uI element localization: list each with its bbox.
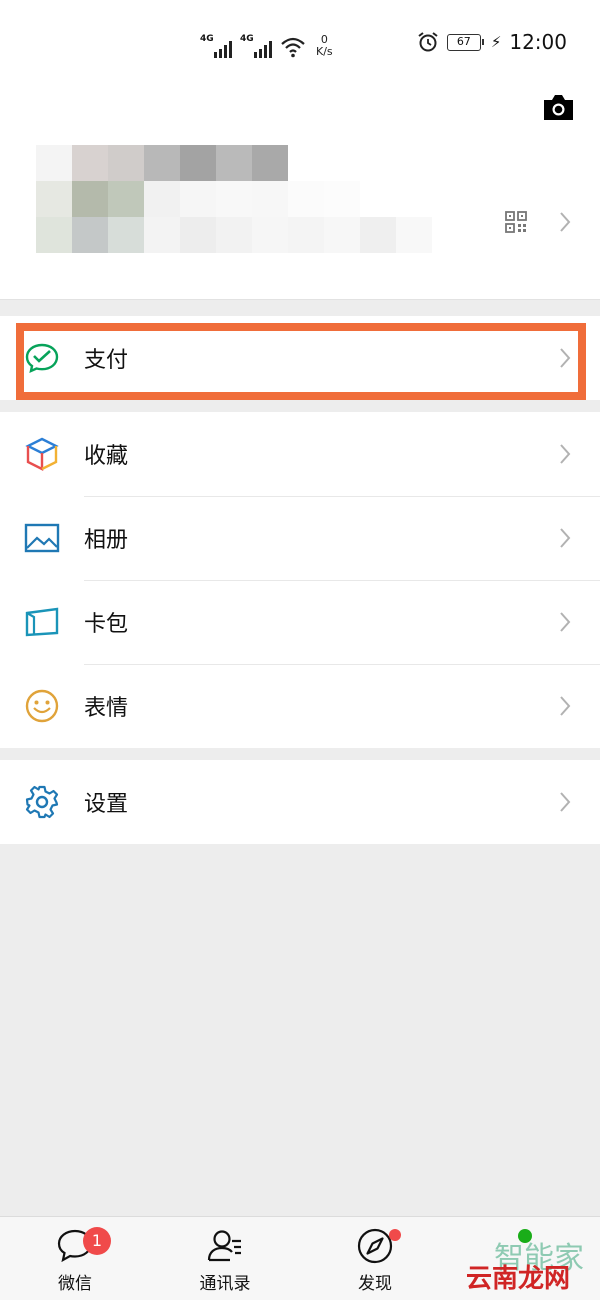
discover-red-dot — [389, 1229, 401, 1241]
mosaic-tile — [36, 145, 72, 181]
menu-item-stickers[interactable]: 表情 — [0, 664, 600, 748]
mosaic-tile — [216, 145, 252, 181]
card-wallet-icon — [25, 607, 59, 637]
tab-chats-label: 微信 — [58, 1274, 92, 1294]
signal-1-tag: 4G — [200, 34, 214, 44]
menu-item-stickers-label: 表情 — [84, 696, 129, 721]
net-speed-unit: K/s — [316, 45, 333, 58]
blurred-profile-info — [36, 145, 432, 253]
chevron-right-icon — [560, 444, 571, 464]
mosaic-tile — [144, 181, 180, 217]
mosaic-tile — [288, 217, 324, 253]
mosaic-tile — [180, 145, 216, 181]
mosaic-tile — [36, 217, 72, 253]
status-left: 4G 4G 0 K/s — [200, 28, 333, 58]
wifi-icon — [281, 37, 305, 58]
mosaic-tile — [396, 217, 432, 253]
gear-icon — [25, 785, 59, 819]
battery-indicator: 67 — [446, 33, 484, 51]
mosaic-tile — [108, 181, 144, 217]
charging-icon: ⚡ — [490, 33, 502, 51]
signal-2-icon: 4G — [240, 34, 272, 58]
mosaic-tile — [36, 181, 72, 217]
menu-item-favorites[interactable]: 收藏 — [0, 412, 600, 496]
cube-icon — [25, 437, 59, 471]
mosaic-tile — [360, 145, 396, 181]
status-right: 67 ⚡ 12:00 — [417, 30, 567, 54]
chevron-right-icon — [560, 348, 571, 368]
menu-item-album[interactable]: 相册 — [0, 496, 600, 580]
net-speed: 0 K/s — [316, 34, 333, 58]
tab-discover-label: 发现 — [358, 1274, 392, 1294]
menu-item-settings-label: 设置 — [84, 792, 129, 817]
watermark-line-2: 云南龙网 — [466, 1264, 571, 1294]
menu-item-settings[interactable]: 设置 — [0, 760, 600, 844]
mosaic-tile — [216, 217, 252, 253]
menu-item-pay[interactable]: 支付 — [0, 316, 600, 400]
chevron-right-icon — [560, 612, 571, 632]
tab-chats[interactable]: 微信 — [20, 1227, 130, 1294]
mosaic-tile — [180, 217, 216, 253]
mosaic-tile — [360, 181, 396, 217]
mosaic-tile — [216, 181, 252, 217]
profile-header[interactable] — [0, 90, 600, 300]
mosaic-tile — [252, 181, 288, 217]
clock: 12:00 — [509, 30, 567, 54]
wechat-pay-icon — [25, 343, 59, 374]
tab-contacts-label: 通讯录 — [199, 1274, 251, 1294]
chevron-right-icon — [560, 792, 571, 812]
contacts-icon — [207, 1230, 241, 1262]
mosaic-tile — [288, 145, 324, 181]
mosaic-tile — [360, 217, 396, 253]
unread-badge: 1 — [83, 1227, 111, 1255]
picture-icon — [24, 523, 60, 553]
main-menu-group: 收藏 相册 卡包 表情 — [0, 412, 600, 748]
signal-1-icon: 4G — [200, 34, 232, 58]
mosaic-tile — [108, 145, 144, 181]
menu-item-cards[interactable]: 卡包 — [0, 580, 600, 664]
mosaic-tile — [144, 217, 180, 253]
mosaic-tile — [72, 145, 108, 181]
mosaic-tile — [144, 145, 180, 181]
mosaic-tile — [324, 145, 360, 181]
chevron-right-icon — [560, 212, 571, 232]
settings-group: 设置 — [0, 760, 600, 844]
camera-icon[interactable] — [542, 94, 575, 121]
chevron-right-icon — [560, 696, 571, 716]
alarm-icon — [418, 32, 438, 52]
tab-discover[interactable]: 发现 — [320, 1227, 430, 1294]
menu-item-favorites-label: 收藏 — [84, 444, 129, 469]
mosaic-tile — [396, 145, 432, 181]
menu-item-pay-label: 支付 — [84, 348, 129, 373]
qr-code-icon[interactable] — [505, 211, 527, 233]
mosaic-tile — [288, 181, 324, 217]
tab-contacts[interactable]: 通讯录 — [170, 1227, 280, 1294]
menu-item-album-label: 相册 — [84, 528, 129, 553]
mosaic-tile — [180, 181, 216, 217]
pay-group: 支付 — [0, 316, 600, 400]
mosaic-tile — [324, 181, 360, 217]
smiley-icon — [25, 689, 59, 723]
mosaic-tile — [396, 181, 432, 217]
menu-item-cards-label: 卡包 — [84, 612, 129, 637]
status-bar: 4G 4G 0 K/s 67 ⚡ 12:00 — [0, 0, 600, 90]
mosaic-tile — [252, 217, 288, 253]
mosaic-tile — [252, 145, 288, 181]
mosaic-tile — [72, 181, 108, 217]
mosaic-tile — [72, 217, 108, 253]
signal-2-tag: 4G — [240, 34, 254, 44]
mosaic-tile — [324, 217, 360, 253]
chevron-right-icon — [560, 528, 571, 548]
mosaic-tile — [108, 217, 144, 253]
